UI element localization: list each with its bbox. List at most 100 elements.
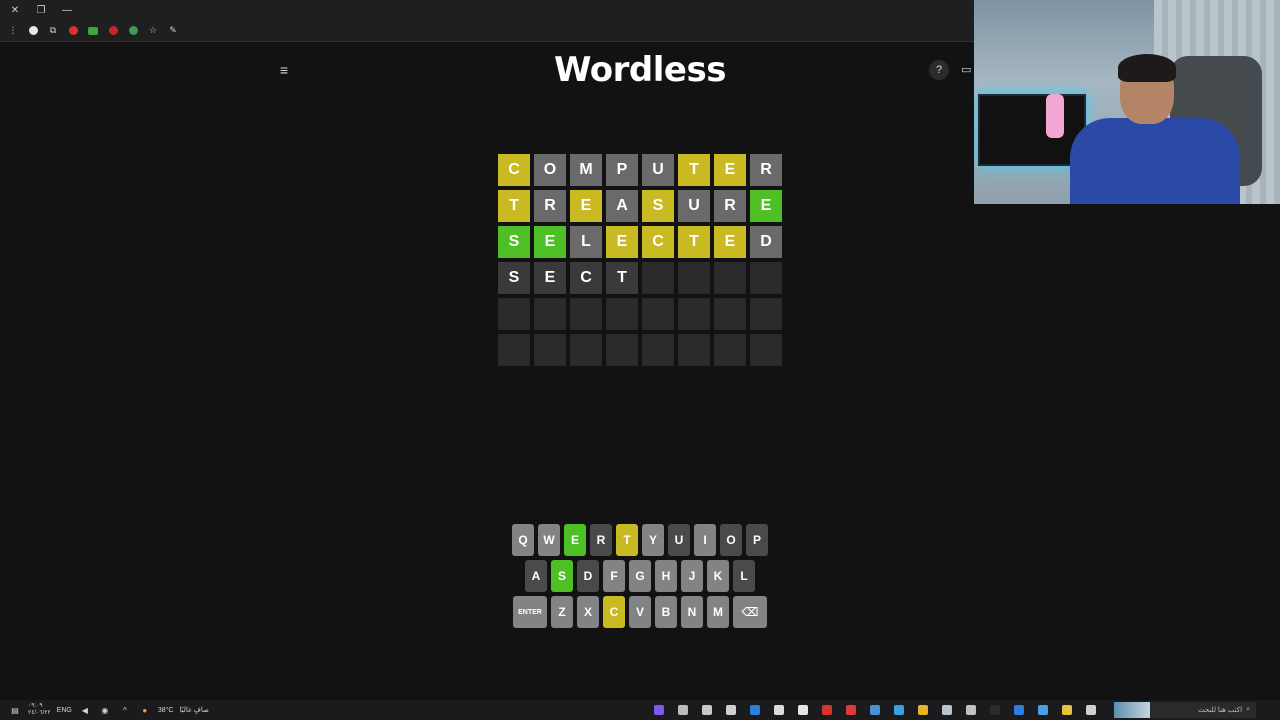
key-a[interactable]: A (525, 560, 547, 592)
key-c[interactable]: C (603, 596, 625, 628)
key-p[interactable]: P (746, 524, 768, 556)
key-b[interactable]: B (655, 596, 677, 628)
app-purple-icon-glyph (654, 705, 664, 715)
game-board: COMPUTERTREASURESELECTEDSECT (498, 154, 782, 366)
app-screen-icon[interactable] (866, 703, 884, 717)
key-l[interactable]: L (733, 560, 755, 592)
green-extension-icon[interactable] (84, 22, 102, 40)
app-folder-blue-icon[interactable] (698, 703, 716, 717)
key-s[interactable]: S (551, 560, 573, 592)
record-extension-icon[interactable] (104, 22, 122, 40)
taskbar-tray: ▤ ٠٩:٠٩ ٢٤/٠٦/٢٢ ENG ◀ ◉ ^ ● 38°C صافٍ غ… (0, 703, 640, 717)
board-tile (534, 298, 566, 330)
key-n[interactable]: N (681, 596, 703, 628)
weather-text[interactable]: صافٍ غالبًا (179, 706, 208, 714)
weather-temp[interactable]: 38°C (158, 707, 174, 714)
menu-dots-icon[interactable]: ⋮ (4, 22, 22, 40)
board-tile (570, 298, 602, 330)
app-record-icon[interactable] (818, 703, 836, 717)
app-grid-icon-glyph (774, 705, 784, 715)
webcam-overlay (974, 0, 1280, 204)
network-icon[interactable]: ◉ (98, 703, 112, 717)
app-grid-icon[interactable] (770, 703, 788, 717)
key-m[interactable]: M (707, 596, 729, 628)
close-window-icon[interactable]: ✕ (4, 0, 26, 20)
app-capcut-icon-glyph (798, 705, 808, 715)
app-red-a-icon-glyph (846, 705, 856, 715)
app-purple-icon[interactable] (650, 703, 668, 717)
board-tile: S (642, 190, 674, 222)
key-h[interactable]: H (655, 560, 677, 592)
app-store-icon[interactable] (1034, 703, 1052, 717)
taskbar-search[interactable]: اكتب هنا للبحث ⌕ (1114, 702, 1256, 718)
board-tile (678, 334, 710, 366)
app-steam-icon[interactable] (938, 703, 956, 717)
volume-icon[interactable]: ◀ (78, 703, 92, 717)
red-extension-icon[interactable] (64, 22, 82, 40)
webcam-person-body (1070, 118, 1240, 204)
key-g[interactable]: G (629, 560, 651, 592)
key-x[interactable]: X (577, 596, 599, 628)
board-tile: E (714, 154, 746, 186)
app-gear-icon[interactable] (962, 703, 980, 717)
app-blue-icon[interactable] (746, 703, 764, 717)
app-obs-icon-glyph (726, 705, 736, 715)
profile-icon[interactable] (24, 22, 42, 40)
board-tile (750, 334, 782, 366)
language-indicator[interactable]: ENG (57, 707, 72, 714)
board-tile (714, 262, 746, 294)
key-q[interactable]: Q (512, 524, 534, 556)
board-tile (498, 298, 530, 330)
app-edge-icon-glyph (1014, 705, 1024, 715)
key-v[interactable]: V (629, 596, 651, 628)
app-terminal-icon[interactable] (986, 703, 1004, 717)
board-tile: C (570, 262, 602, 294)
key-o[interactable]: O (720, 524, 742, 556)
board-tile: L (570, 226, 602, 258)
app-chrome-icon[interactable] (914, 703, 932, 717)
board-tile (750, 298, 782, 330)
app-explorer-icon[interactable] (1058, 703, 1076, 717)
help-icon[interactable]: ? (929, 60, 949, 80)
app-taskview-icon[interactable] (1082, 703, 1100, 717)
backspace-key[interactable]: ⌫ (733, 596, 767, 628)
key-z[interactable]: Z (551, 596, 573, 628)
key-r[interactable]: R (590, 524, 612, 556)
board-tile: E (534, 262, 566, 294)
key-e[interactable]: E (564, 524, 586, 556)
calendar-icon[interactable]: ▭ (961, 63, 974, 77)
app-obs-icon[interactable] (722, 703, 740, 717)
enter-key[interactable]: ENTER (513, 596, 547, 628)
key-u[interactable]: U (668, 524, 690, 556)
profile-icon-shape (28, 26, 38, 35)
restore-window-icon[interactable]: ❐ (30, 0, 52, 20)
key-y[interactable]: Y (642, 524, 664, 556)
edit-icon[interactable]: ✎ (164, 22, 182, 40)
app-edge-icon[interactable] (1010, 703, 1028, 717)
app-arrow-icon[interactable] (890, 703, 908, 717)
tray-expand-icon[interactable]: ^ (118, 703, 132, 717)
board-tile: T (678, 226, 710, 258)
clock-date: ٢٤/٠٦/٢٢ (28, 710, 51, 716)
board-tile (678, 262, 710, 294)
board-tile: R (714, 190, 746, 222)
key-d[interactable]: D (577, 560, 599, 592)
key-f[interactable]: F (603, 560, 625, 592)
bookmark-star-icon[interactable]: ☆ (144, 22, 162, 40)
clock[interactable]: ٠٩:٠٩ ٢٤/٠٦/٢٢ (28, 703, 51, 717)
minimize-window-icon[interactable]: — (56, 0, 78, 20)
shield-extension-icon[interactable] (124, 22, 142, 40)
notification-icon[interactable]: ▤ (8, 703, 22, 717)
key-k[interactable]: K (707, 560, 729, 592)
key-w[interactable]: W (538, 524, 560, 556)
key-t[interactable]: T (616, 524, 638, 556)
board-tile: P (606, 154, 638, 186)
board-tile: T (606, 262, 638, 294)
app-capcut-icon[interactable] (794, 703, 812, 717)
key-j[interactable]: J (681, 560, 703, 592)
app-steam-small-icon[interactable] (674, 703, 692, 717)
extensions-icon[interactable]: ⧉ (44, 22, 62, 40)
app-red-a-icon[interactable] (842, 703, 860, 717)
key-i[interactable]: I (694, 524, 716, 556)
weather-icon[interactable]: ● (138, 703, 152, 717)
